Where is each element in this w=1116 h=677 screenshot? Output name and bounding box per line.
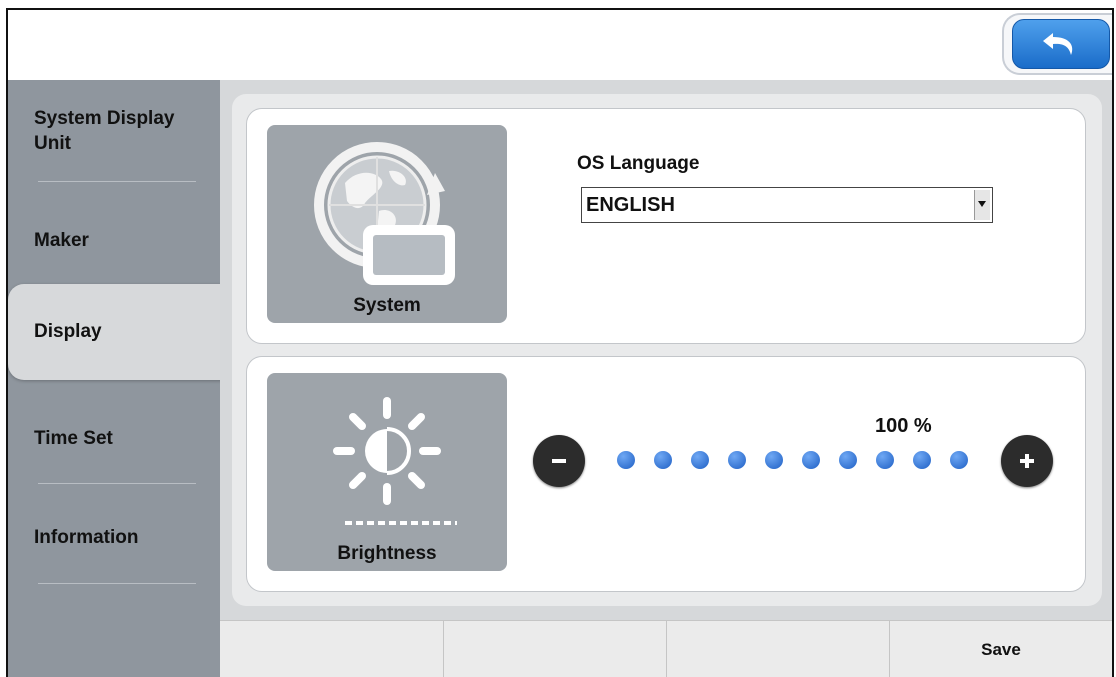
brightness-level-dot[interactable] bbox=[691, 451, 709, 469]
brightness-tile-label: Brightness bbox=[337, 543, 437, 564]
brightness-level-dot[interactable] bbox=[728, 451, 746, 469]
sidebar-divider bbox=[38, 483, 196, 484]
system-tile-label: System bbox=[353, 295, 421, 316]
brightness-level-dot[interactable] bbox=[802, 451, 820, 469]
plus-icon bbox=[1020, 454, 1034, 468]
brightness-card: Brightness 100 % bbox=[246, 356, 1086, 592]
brightness-level-dot[interactable] bbox=[839, 451, 857, 469]
settings-panel: System OS Language ENGLISH Brightness 10… bbox=[232, 94, 1102, 606]
os-language-select[interactable]: ENGLISH bbox=[581, 187, 993, 223]
os-language-value: ENGLISH bbox=[586, 194, 675, 216]
sidebar-item-maker[interactable]: Maker bbox=[8, 216, 220, 266]
sidebar-item-time-set[interactable]: Time Set bbox=[8, 414, 220, 464]
sidebar-item-display[interactable]: Display bbox=[8, 284, 224, 380]
bottom-bar: Save bbox=[220, 620, 1112, 677]
sidebar: System Display Unit Maker Display Time S… bbox=[8, 80, 224, 677]
bottom-button-3[interactable] bbox=[666, 621, 889, 677]
back-arrow-icon bbox=[1043, 33, 1073, 55]
sidebar-item-system-display-unit[interactable]: System Display Unit bbox=[8, 106, 220, 176]
back-button-face[interactable] bbox=[1012, 19, 1110, 69]
sidebar-divider bbox=[38, 583, 196, 584]
chevron-down-icon[interactable] bbox=[974, 190, 990, 220]
brightness-level-dot[interactable] bbox=[765, 451, 783, 469]
globe-display-icon bbox=[314, 142, 455, 285]
save-button[interactable]: Save bbox=[889, 621, 1112, 677]
bottom-button-2[interactable] bbox=[443, 621, 666, 677]
minus-icon bbox=[552, 459, 566, 463]
back-button[interactable] bbox=[1002, 13, 1112, 75]
system-tile[interactable]: System bbox=[267, 125, 507, 323]
top-bar bbox=[8, 10, 1112, 80]
sidebar-item-information[interactable]: Information bbox=[8, 513, 220, 563]
brightness-decrease-button[interactable] bbox=[533, 435, 585, 487]
system-card: System OS Language ENGLISH bbox=[246, 108, 1086, 344]
os-language-label: OS Language bbox=[577, 153, 700, 174]
brightness-tile[interactable]: Brightness bbox=[267, 373, 507, 571]
sun-brightness-icon bbox=[333, 397, 457, 525]
brightness-level-dot[interactable] bbox=[654, 451, 672, 469]
brightness-percent: 100 % bbox=[875, 415, 932, 437]
brightness-level-dot[interactable] bbox=[876, 451, 894, 469]
brightness-level-dot[interactable] bbox=[617, 451, 635, 469]
app-window: System Display Unit Maker Display Time S… bbox=[6, 8, 1114, 677]
brightness-increase-button[interactable] bbox=[1001, 435, 1053, 487]
sidebar-divider bbox=[38, 181, 196, 182]
main-content: System OS Language ENGLISH Brightness 10… bbox=[220, 80, 1112, 620]
brightness-level-dot[interactable] bbox=[913, 451, 931, 469]
bottom-button-1[interactable] bbox=[220, 621, 443, 677]
brightness-level-dot[interactable] bbox=[950, 451, 968, 469]
